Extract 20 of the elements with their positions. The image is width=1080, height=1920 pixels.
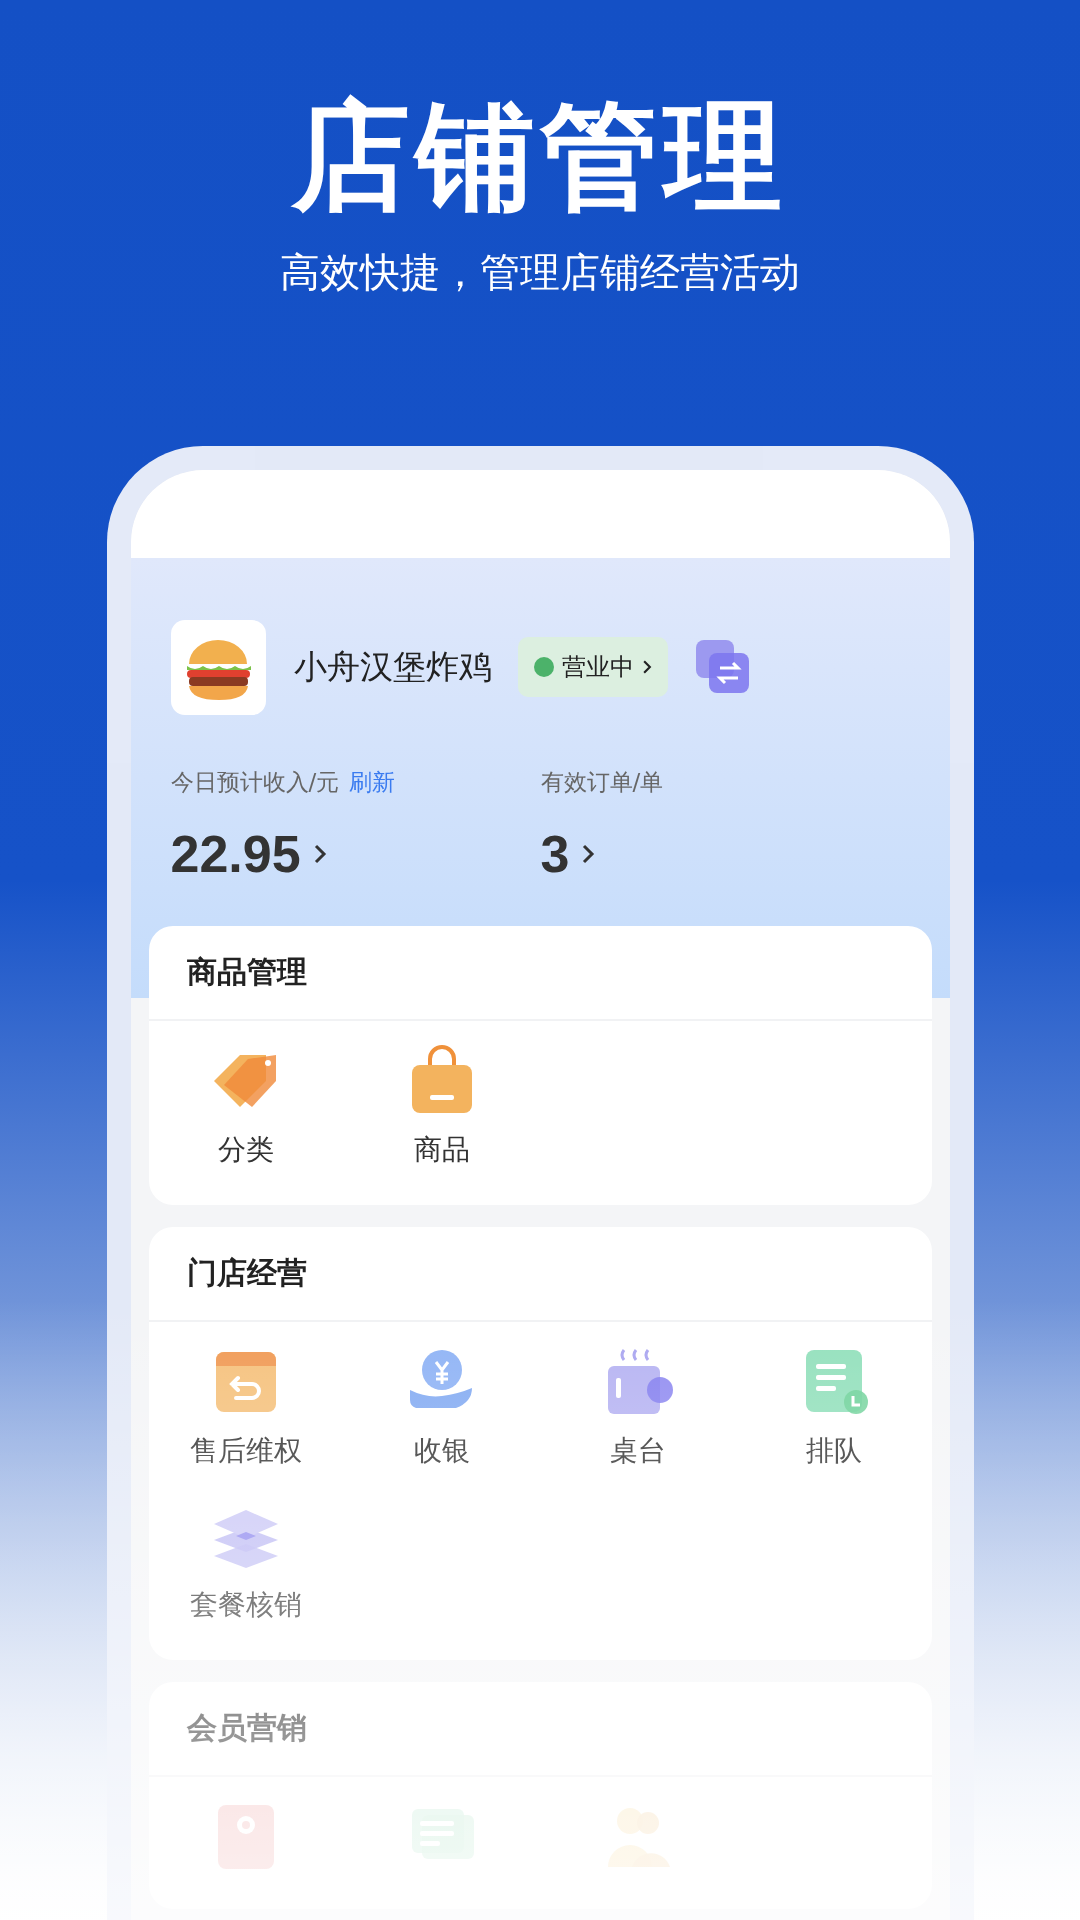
menu-item[interactable]: 商品 bbox=[344, 1044, 540, 1169]
menu-item[interactable]: 排队 bbox=[735, 1345, 932, 1470]
status-badge[interactable]: 营业中 bbox=[517, 637, 668, 698]
subtitle: 高效快捷，管理店铺经营活动 bbox=[280, 247, 800, 296]
headline: 店铺管理 bbox=[292, 92, 788, 222]
menu-item[interactable]: 分类 bbox=[148, 1044, 345, 1169]
menu-item[interactable]: 桌台 bbox=[540, 1345, 736, 1470]
switch-icon[interactable] bbox=[695, 640, 750, 695]
stat-label: 今日预计收入/元 bbox=[170, 767, 340, 797]
burger-icon bbox=[170, 619, 266, 715]
menu-item[interactable]: 收银 bbox=[344, 1345, 540, 1470]
stat-value[interactable]: 3 bbox=[540, 823, 596, 884]
section-title: 门店经营 bbox=[186, 1253, 307, 1292]
store-name: 小舟汉堡炸鸡 bbox=[293, 645, 492, 688]
section-title: 会员营销 bbox=[186, 1708, 307, 1747]
menu-item[interactable]: 售后维权 bbox=[148, 1345, 345, 1470]
menu-item[interactable]: 套餐核销 bbox=[148, 1499, 345, 1624]
stat-value[interactable]: 22.95 bbox=[170, 823, 327, 884]
section-title: 商品管理 bbox=[186, 952, 307, 991]
stat-label: 有效订单/单 bbox=[540, 767, 664, 797]
